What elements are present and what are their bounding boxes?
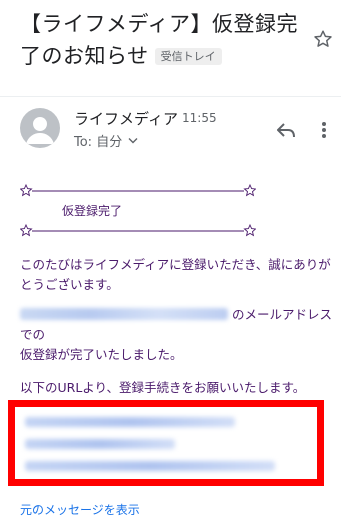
folder-badge[interactable]: 受信トレイ — [154, 48, 222, 65]
sent-time: 11:55 — [182, 111, 217, 125]
registration-complete-text: 仮登録が完了いたしました。 — [20, 347, 183, 362]
more-vert-icon[interactable] — [316, 118, 332, 142]
sender-name: ライフメディア — [74, 110, 178, 128]
header-divider — [0, 96, 341, 97]
email-subject: 【ライフメディア】仮登録完了のお知らせ 受信トレイ — [20, 8, 312, 72]
highlighted-url-block — [8, 400, 324, 486]
star-icon[interactable] — [312, 28, 334, 50]
body-title: 仮登録完了 — [62, 204, 123, 218]
email-line: のメールアドレスでの — [20, 305, 338, 345]
redacted-email-address[interactable] — [20, 308, 228, 320]
decorative-line-bottom — [20, 223, 256, 237]
redacted-url-line — [25, 461, 275, 471]
body-paragraph-registration: のメールアドレスでの 仮登録が完了いたしました。 — [20, 305, 338, 365]
redacted-url-line — [25, 439, 175, 449]
decorative-line-top — [20, 183, 256, 197]
recipient-label: To: 自分 — [74, 135, 123, 150]
redacted-url-link[interactable] — [15, 407, 317, 471]
avatar-icon — [26, 117, 54, 144]
chevron-down-icon — [128, 137, 138, 143]
recipient-details-toggle[interactable]: To: 自分 — [74, 131, 138, 150]
redacted-url-line — [25, 417, 235, 427]
body-paragraph-thanks: このたびはライフメディアに登録いただき、誠にありがとうございます。 — [20, 257, 331, 292]
show-original-message-link[interactable]: 元のメッセージを表示 — [20, 501, 140, 518]
reply-icon[interactable] — [274, 118, 298, 142]
body-paragraph-instructions: 以下のURLより、登録手続きをお願いいたします。 — [20, 380, 306, 395]
sender-avatar[interactable] — [20, 108, 60, 148]
